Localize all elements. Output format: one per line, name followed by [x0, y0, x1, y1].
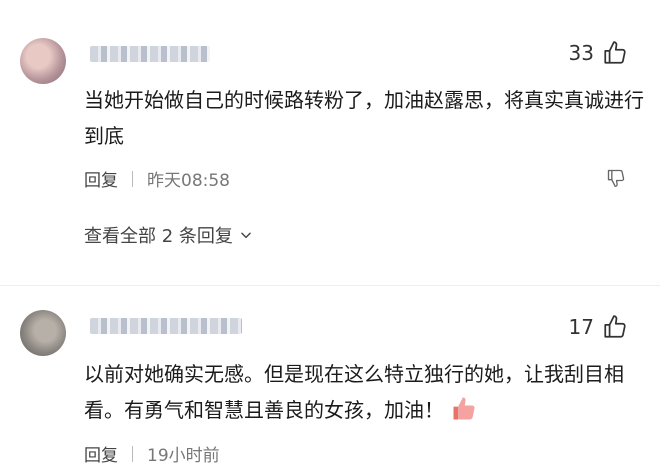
- like-count: 33: [568, 41, 594, 65]
- comment-divider: [0, 285, 660, 286]
- comment-text: 以前对她确实无感。但是现在这么特立独行的她，让我刮目相看。有勇气和智慧且善良的女…: [84, 356, 644, 428]
- like-button[interactable]: 33: [569, 40, 628, 66]
- comment-text-body: 以前对她确实无感。但是现在这么特立独行的她，让我刮目相看。有勇气和智慧且善良的女…: [84, 362, 624, 422]
- avatar[interactable]: [20, 38, 66, 84]
- comment-text: 当她开始做自己的时候路转粉了，加油赵露思，将真实真诚进行到底: [84, 88, 644, 148]
- thumbs-up-icon: [604, 315, 626, 338]
- thumbs-up-emoji: [453, 397, 475, 420]
- comment-time: 19小时前: [147, 446, 220, 466]
- reply-button[interactable]: 回复: [84, 166, 118, 191]
- thumbs-up-icon: [604, 41, 626, 64]
- chevron-down-icon: [241, 232, 251, 239]
- view-all-replies-label: 查看全部 2 条回复: [84, 226, 233, 247]
- comment-time: 昨天08:58: [147, 171, 230, 191]
- reply-button[interactable]: 回复: [84, 441, 118, 466]
- view-all-replies-link[interactable]: 查看全部 2 条回复: [84, 222, 253, 248]
- meta-divider: [132, 170, 133, 187]
- comment-meta: 回复 昨天08:58: [84, 166, 230, 191]
- comment-meta: 回复 19小时前: [84, 441, 220, 466]
- username-blurred[interactable]: [90, 318, 242, 334]
- like-count: 17: [568, 315, 594, 339]
- avatar[interactable]: [20, 310, 66, 356]
- username-blurred[interactable]: [90, 46, 210, 62]
- thumbs-down-icon[interactable]: [606, 168, 626, 188]
- meta-divider: [132, 445, 133, 462]
- like-button[interactable]: 17: [569, 314, 628, 340]
